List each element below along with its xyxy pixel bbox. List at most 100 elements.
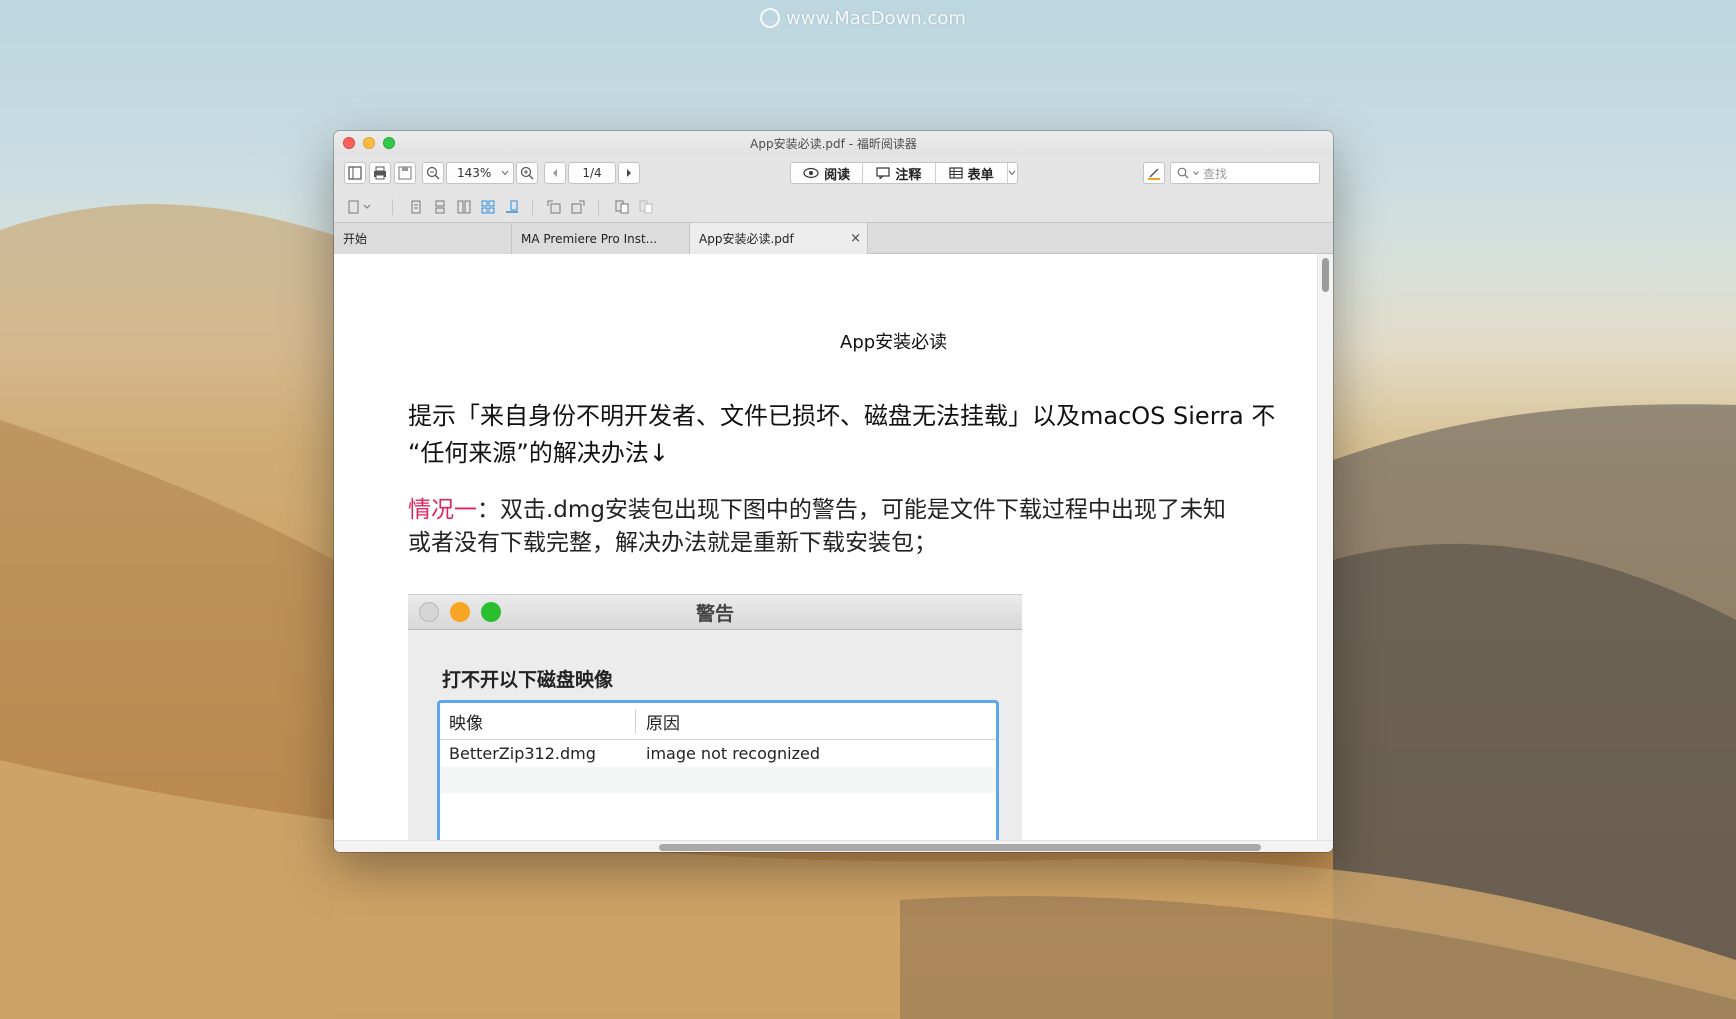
zoom-window-button[interactable] — [383, 137, 395, 149]
chevron-down-icon — [1009, 170, 1016, 176]
next-page-button[interactable] — [618, 162, 640, 184]
read-mode-button[interactable]: 阅读 — [791, 163, 864, 183]
warning-title: 警告 — [695, 602, 734, 625]
facing-icon — [457, 200, 471, 214]
insert-icon — [639, 200, 653, 214]
zoom-out-icon — [426, 166, 440, 180]
page-number-field[interactable]: 1/4 — [568, 162, 616, 184]
cover-page-button[interactable] — [502, 197, 522, 217]
tab-label: App安装必读.pdf — [699, 232, 794, 246]
document-tabs: 开始 MA Premiere Pro Inst... App安装必读.pdf × — [334, 223, 1333, 254]
minimize-icon — [450, 602, 470, 622]
paragraph-case-one-line2: 或者没有下载完整，解决办法就是重新下载安装包； — [408, 530, 937, 556]
cover-icon — [506, 200, 518, 213]
highlighter-button[interactable] — [1143, 162, 1165, 184]
rotate-right-icon — [571, 200, 585, 214]
main-toolbar: 143% 1/4 阅读 注释 表单 查找 — [334, 155, 1333, 191]
single-page-icon — [411, 200, 421, 214]
table-cell-reason: image not recognized — [646, 743, 821, 763]
tab-app-guide[interactable]: App安装必读.pdf × — [690, 223, 868, 254]
next-page-icon — [627, 169, 631, 177]
table-row-stripe — [440, 767, 996, 793]
search-field[interactable]: 查找 — [1170, 162, 1320, 184]
paragraph-intro-line2: “任何来源”的解决办法↓ — [408, 439, 669, 467]
vertical-scrollbar[interactable] — [1317, 254, 1333, 840]
highlighter-icon — [1148, 168, 1160, 180]
form-mode-button[interactable]: 表单 — [936, 163, 1008, 183]
tab-label: 开始 — [343, 232, 368, 246]
panel-icon — [348, 166, 362, 180]
mode-segmented-control: 阅读 注释 表单 — [790, 162, 1018, 184]
rotate-left-icon — [547, 200, 561, 214]
paragraph-case-one-line1: 情况一：双击.dmg安装包出现下图中的警告，可能是文件下载过程中出现了未知 — [408, 494, 1226, 527]
form-icon — [949, 167, 963, 179]
column-header-reason: 原因 — [646, 713, 680, 734]
document-view[interactable]: App安装必读 提示「来自身份不明开发者、文件已损坏、磁盘无法挂载」以及macO… — [334, 254, 1317, 840]
paragraph-intro-line1: 提示「来自身份不明开发者、文件已损坏、磁盘无法挂载」以及macOS Sierra… — [408, 402, 1276, 430]
window-title: App安装必读.pdf - 福昕阅读器 — [750, 136, 917, 151]
zoom-select[interactable]: 143% — [446, 162, 514, 184]
warning-titlebar: 警告 — [408, 595, 1022, 630]
watermark-logo-icon — [760, 8, 780, 28]
panel-toggle-button[interactable] — [344, 162, 366, 184]
horizontal-scrollbar[interactable] — [334, 840, 1333, 852]
toolbar-divider — [598, 199, 599, 215]
column-header-image: 映像 — [449, 713, 483, 734]
search-placeholder: 查找 — [1203, 166, 1228, 181]
chevron-down-icon — [1193, 170, 1199, 175]
warning-table-header — [440, 703, 996, 740]
insert-pages-button[interactable] — [636, 197, 656, 217]
zoom-in-button[interactable] — [516, 162, 538, 184]
print-button[interactable] — [369, 162, 391, 184]
view-toolbar — [334, 191, 1333, 223]
maximize-icon — [481, 602, 501, 622]
window-controls — [343, 137, 395, 149]
prev-page-button[interactable] — [544, 162, 566, 184]
tab-start[interactable]: 开始 — [334, 223, 512, 254]
single-page-button[interactable] — [406, 197, 426, 217]
warning-heading: 打不开以下磁盘映像 — [442, 669, 614, 691]
save-icon — [398, 166, 412, 180]
tab-premiere[interactable]: MA Premiere Pro Inst... — [512, 223, 690, 254]
page-tool-button[interactable] — [344, 197, 376, 217]
rotate-right-button[interactable] — [568, 197, 588, 217]
facing-continuous-button[interactable] — [478, 197, 498, 217]
comment-icon — [876, 167, 890, 179]
table-cell-image: BetterZip312.dmg — [449, 743, 596, 763]
chevron-down-icon — [501, 170, 509, 176]
save-button[interactable] — [394, 162, 416, 184]
rotate-left-button[interactable] — [544, 197, 564, 217]
facing-button[interactable] — [454, 197, 474, 217]
tab-label: MA Premiere Pro Inst... — [521, 231, 658, 246]
facing-continuous-icon — [481, 200, 495, 214]
annotate-mode-button[interactable]: 注释 — [863, 163, 936, 183]
form-mode-label: 表单 — [967, 167, 994, 183]
reader-window: App安装必读.pdf - 福昕阅读器 143% 1/4 阅读 注释 表单 查找… — [334, 131, 1333, 852]
warning-screenshot: 警告 打不开以下磁盘映像 映像 原因 BetterZip312.dmg imag… — [408, 594, 1022, 840]
vertical-scroll-thumb[interactable] — [1322, 258, 1329, 292]
warning-table: 映像 原因 BetterZip312.dmg image not recogni… — [437, 700, 999, 840]
minimize-window-button[interactable] — [363, 137, 375, 149]
close-tab-icon[interactable]: × — [850, 231, 861, 246]
close-window-button[interactable] — [343, 137, 355, 149]
toolbar-divider — [392, 199, 393, 215]
continuous-button[interactable] — [430, 197, 450, 217]
watermark-text: www.MacDown.com — [786, 7, 966, 29]
horizontal-scroll-thumb[interactable] — [659, 844, 1261, 851]
extract-pages-button[interactable] — [612, 197, 632, 217]
extract-icon — [615, 200, 629, 214]
watermark: www.MacDown.com — [760, 6, 980, 30]
read-mode-label: 阅读 — [824, 167, 851, 183]
paragraph-case-one: 情况一：双击.dmg安装包出现下图中的警告，可能是文件下载过程中出现了未知 或者… — [408, 494, 1226, 560]
case-text: ：双击.dmg安装包出现下图中的警告，可能是文件下载过程中出现了未知 — [477, 497, 1226, 523]
search-icon — [1177, 167, 1189, 179]
prev-page-icon — [553, 169, 557, 177]
print-icon — [374, 166, 386, 180]
paragraph-intro: 提示「来自身份不明开发者、文件已损坏、磁盘无法挂载」以及macOS Sierra… — [408, 398, 1275, 472]
zoom-out-button[interactable] — [422, 162, 444, 184]
column-divider — [635, 709, 636, 733]
mode-dropdown-button[interactable] — [1008, 163, 1017, 183]
toolbar-divider — [532, 199, 533, 215]
page-number-value: 1/4 — [582, 166, 602, 180]
title-bar[interactable]: App安装必读.pdf - 福昕阅读器 — [334, 131, 1333, 155]
